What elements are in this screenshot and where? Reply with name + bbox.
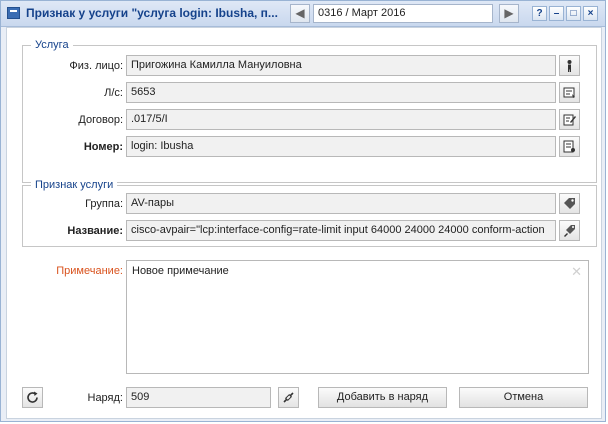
name-label: Название:	[67, 225, 123, 237]
account-label: Л/с:	[104, 87, 123, 99]
person-icon	[567, 60, 572, 72]
group-field[interactable]: AV-пары	[126, 193, 556, 214]
dialog-window: Признак у услуги "услуга login: Ibusha, …	[0, 0, 606, 422]
account-card-icon	[563, 87, 575, 98]
group-select-button[interactable]	[559, 193, 580, 214]
contract-label: Договор:	[78, 114, 123, 126]
note-label: Примечание:	[56, 265, 123, 277]
number-field[interactable]: login: Ibusha	[126, 136, 556, 157]
window-icon	[7, 7, 20, 19]
name-field[interactable]: cisco-avpair="lcp:interface-config=rate-…	[126, 220, 556, 241]
maximize-button[interactable]: □	[566, 6, 581, 21]
tag-edit-icon	[564, 225, 575, 237]
contract-edit-icon	[563, 114, 576, 126]
help-button[interactable]: ?	[532, 6, 547, 21]
add-to-order-button[interactable]: Добавить в наряд	[318, 387, 447, 408]
cancel-button[interactable]: Отмена	[459, 387, 588, 408]
clear-note-icon[interactable]: ✕	[571, 264, 582, 280]
next-period-button[interactable]: ▶	[499, 4, 519, 23]
triangle-right-icon: ▶	[504, 6, 514, 20]
person-label: Физ. лицо:	[69, 60, 123, 72]
tags-icon	[564, 198, 575, 209]
account-field[interactable]: 5653	[126, 82, 556, 103]
order-link-button[interactable]	[278, 387, 299, 408]
order-label: Наряд:	[87, 392, 124, 404]
period-field[interactable]: 0316 / Март 2016	[313, 4, 493, 23]
person-field[interactable]: Пригожина Камилла Мануиловна	[126, 55, 556, 76]
number-select-button[interactable]	[559, 136, 580, 157]
service-legend: Услуга	[31, 39, 73, 51]
title-bar[interactable]: Признак у услуги "услуга login: Ibusha, …	[1, 1, 605, 27]
close-button[interactable]: ×	[583, 6, 598, 21]
link-icon	[283, 392, 294, 403]
attribute-legend: Признак услуги	[31, 179, 118, 191]
triangle-left-icon: ◀	[295, 6, 305, 20]
account-select-button[interactable]	[559, 82, 580, 103]
number-label: Номер:	[83, 141, 123, 153]
window-title: Признак у услуги "услуга login: Ibusha, …	[26, 6, 278, 20]
group-label: Группа:	[85, 198, 123, 210]
service-document-icon	[563, 140, 575, 153]
note-textarea[interactable]: Новое примечание ✕	[126, 260, 589, 374]
note-text: Новое примечание	[132, 265, 229, 277]
prev-period-button[interactable]: ◀	[290, 4, 310, 23]
name-select-button[interactable]	[559, 220, 580, 241]
minimize-button[interactable]: –	[549, 6, 564, 21]
order-field[interactable]: 509	[126, 387, 271, 408]
contract-select-button[interactable]	[559, 109, 580, 130]
person-select-button[interactable]	[559, 55, 580, 76]
contract-field[interactable]: .017/5/I	[126, 109, 556, 130]
form-panel: Услуга Физ. лицо: Пригожина Камилла Ману…	[6, 27, 602, 419]
